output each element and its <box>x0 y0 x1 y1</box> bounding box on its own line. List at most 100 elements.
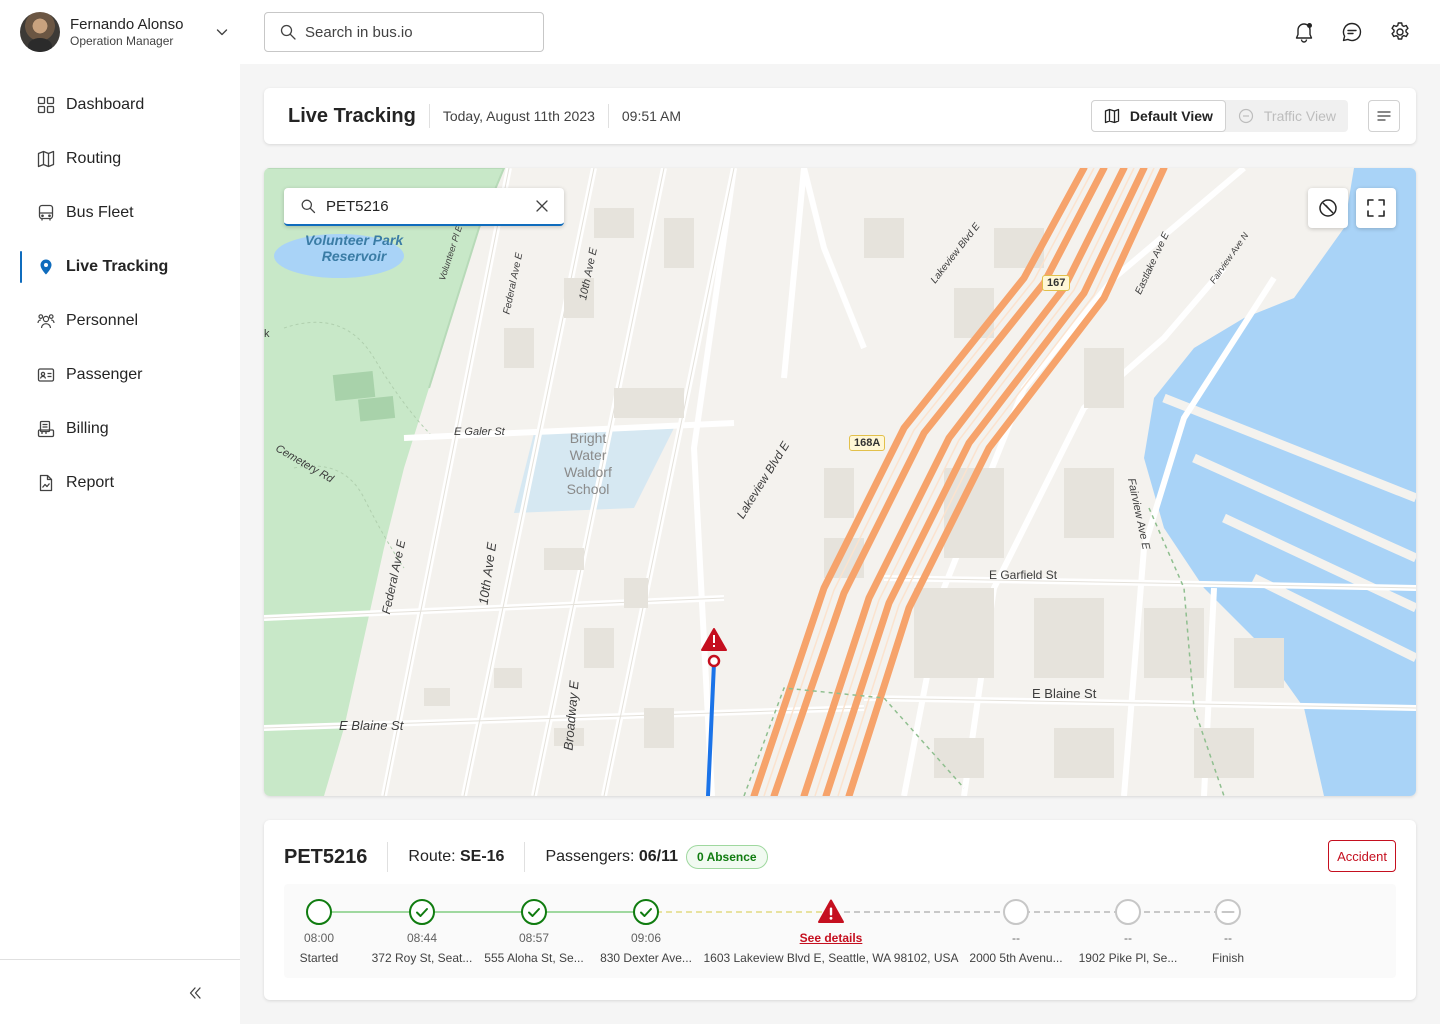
live-map[interactable]: Volunteer Park Reservoir Volunteer Pl E … <box>264 168 1416 796</box>
close-icon[interactable] <box>534 198 550 214</box>
map-label-school: School <box>566 481 610 497</box>
map-label-street: E Galer St <box>454 426 505 438</box>
id-card-icon <box>37 368 55 382</box>
divider <box>387 842 389 872</box>
sidebar-nav: Dashboard Routing Bus Fleet Live Trackin… <box>0 78 240 510</box>
sidebar-item-billing[interactable]: Billing <box>0 402 240 456</box>
default-view-label: Default View <box>1129 108 1213 124</box>
map-label-street: k <box>264 328 270 340</box>
view-toggle: Default View Traffic View <box>1090 100 1348 132</box>
stop-address: 1603 Lakeview Blvd E, Seattle, WA 98102,… <box>703 951 959 965</box>
map-search-box[interactable] <box>284 188 564 226</box>
check-circle-icon <box>633 899 659 925</box>
page-header: Live Tracking Today, August 11th 2023 09… <box>264 88 1416 144</box>
map-icon <box>37 150 55 168</box>
sidebar-item-label: Dashboard <box>66 96 145 113</box>
sidebar-item-label: Live Tracking <box>66 258 169 275</box>
map-label-street: E Blaine St <box>339 718 404 733</box>
current-time: 09:51 AM <box>621 108 682 124</box>
sidebar-item-live-tracking[interactable]: Live Tracking <box>0 240 240 294</box>
user-profile[interactable]: Fernando Alonso Operation Manager <box>20 12 230 52</box>
settings-button[interactable] <box>1388 20 1412 44</box>
sidebar-item-label: Personnel <box>66 312 139 329</box>
user-role: Operation Manager <box>70 33 174 48</box>
search-input[interactable] <box>305 23 535 41</box>
bell-icon <box>1295 23 1313 43</box>
sidebar-item-report[interactable]: Report <box>0 456 240 510</box>
highway-shield: 168A <box>849 435 886 451</box>
passengers-info: Passengers: 06/11 <box>545 848 678 866</box>
stop-time: -- <box>1224 931 1232 945</box>
fullscreen-icon <box>1367 199 1385 217</box>
global-search[interactable] <box>264 12 544 52</box>
route-info: Route: SE-16 <box>408 848 504 866</box>
map-icon <box>1104 108 1120 124</box>
stop-timeline: 08:00 Started 08:44 372 Roy St, Seat... … <box>284 884 1396 978</box>
top-actions <box>1292 20 1412 44</box>
sidebar: Fernando Alonso Operation Manager Dashbo… <box>0 0 240 1024</box>
map-label-street: E Blaine St <box>1032 686 1097 701</box>
page-title: Live Tracking <box>288 104 416 127</box>
search-icon <box>280 24 296 40</box>
default-view-button[interactable]: Default View <box>1090 100 1226 132</box>
map-search-input[interactable] <box>326 197 516 215</box>
disable-layer-button[interactable] <box>1308 188 1348 228</box>
divider <box>428 104 430 128</box>
passengers-label: Passengers: <box>545 848 635 865</box>
bus-icon <box>38 204 54 221</box>
list-menu-button[interactable] <box>1368 100 1400 132</box>
document-icon <box>39 474 53 492</box>
divider <box>524 842 526 872</box>
trip-details-card: PET5216 Route: SE-16 Passengers: 06/11 0… <box>264 820 1416 1000</box>
check-circle-icon <box>521 899 547 925</box>
sidebar-item-label: Routing <box>66 150 122 167</box>
sidebar-item-bus-fleet[interactable]: Bus Fleet <box>0 186 240 240</box>
absence-badge: 0 Absence <box>686 845 768 869</box>
avatar <box>20 12 60 52</box>
map-label-street: E Garfield St <box>989 568 1058 582</box>
notifications-button[interactable] <box>1292 20 1316 44</box>
sidebar-item-routing[interactable]: Routing <box>0 132 240 186</box>
sidebar-item-passenger[interactable]: Passenger <box>0 348 240 402</box>
check-circle-icon <box>409 899 435 925</box>
bus-id: PET5216 <box>284 845 368 868</box>
receipt-icon <box>37 420 55 438</box>
main-content: Live Tracking Today, August 11th 2023 09… <box>240 64 1440 1024</box>
user-name: Fernando Alonso <box>70 15 184 33</box>
list-icon <box>1377 111 1391 121</box>
fullscreen-button[interactable] <box>1356 188 1396 228</box>
map-canvas[interactable] <box>264 168 1416 796</box>
search-icon <box>301 199 316 214</box>
collapse-sidebar-button[interactable] <box>184 982 206 1004</box>
chat-icon <box>1342 22 1362 42</box>
grid-icon <box>37 96 55 114</box>
circle-icon <box>1115 899 1141 925</box>
stop-item-accident[interactable]: See details 1603 Lakeview Blvd E, Seattl… <box>701 898 961 966</box>
sidebar-item-personnel[interactable]: Personnel <box>0 294 240 348</box>
minus-circle-icon <box>1238 108 1253 124</box>
sidebar-footer <box>0 959 240 1024</box>
sidebar-item-dashboard[interactable]: Dashboard <box>0 78 240 132</box>
messages-button[interactable] <box>1340 20 1364 44</box>
passengers-value: 06/11 <box>638 848 678 865</box>
map-label-school: Bright <box>569 430 607 446</box>
minus-circle-icon <box>1215 899 1241 925</box>
circle-icon <box>306 899 332 925</box>
traffic-view-button[interactable]: Traffic View <box>1226 100 1348 132</box>
gear-icon <box>1391 22 1409 40</box>
map-label-school: Water <box>569 447 607 463</box>
people-icon <box>37 314 55 329</box>
stop-item[interactable]: -- Finish <box>1148 898 1308 966</box>
chevron-down-icon[interactable] <box>214 24 230 40</box>
location-pin-icon <box>40 259 52 275</box>
accident-button[interactable]: Accident <box>1328 840 1396 872</box>
block-icon <box>1319 199 1337 217</box>
warning-icon <box>818 899 844 923</box>
double-chevron-left-icon <box>189 987 201 999</box>
sidebar-item-label: Bus Fleet <box>66 204 134 221</box>
stop-address: Finish <box>1211 951 1244 965</box>
see-details-link[interactable]: See details <box>701 931 961 946</box>
sidebar-item-label: Passenger <box>66 366 143 383</box>
route-value: SE-16 <box>459 848 505 865</box>
circle-icon <box>1003 899 1029 925</box>
